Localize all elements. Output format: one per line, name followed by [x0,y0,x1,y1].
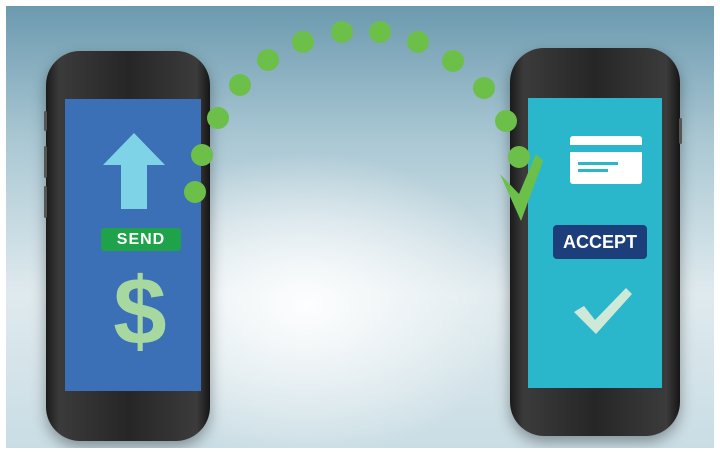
dotted-arc-icon [184,21,530,203]
transfer-arc [184,21,543,221]
scene: SEND $ ACCEPT [6,6,714,448]
